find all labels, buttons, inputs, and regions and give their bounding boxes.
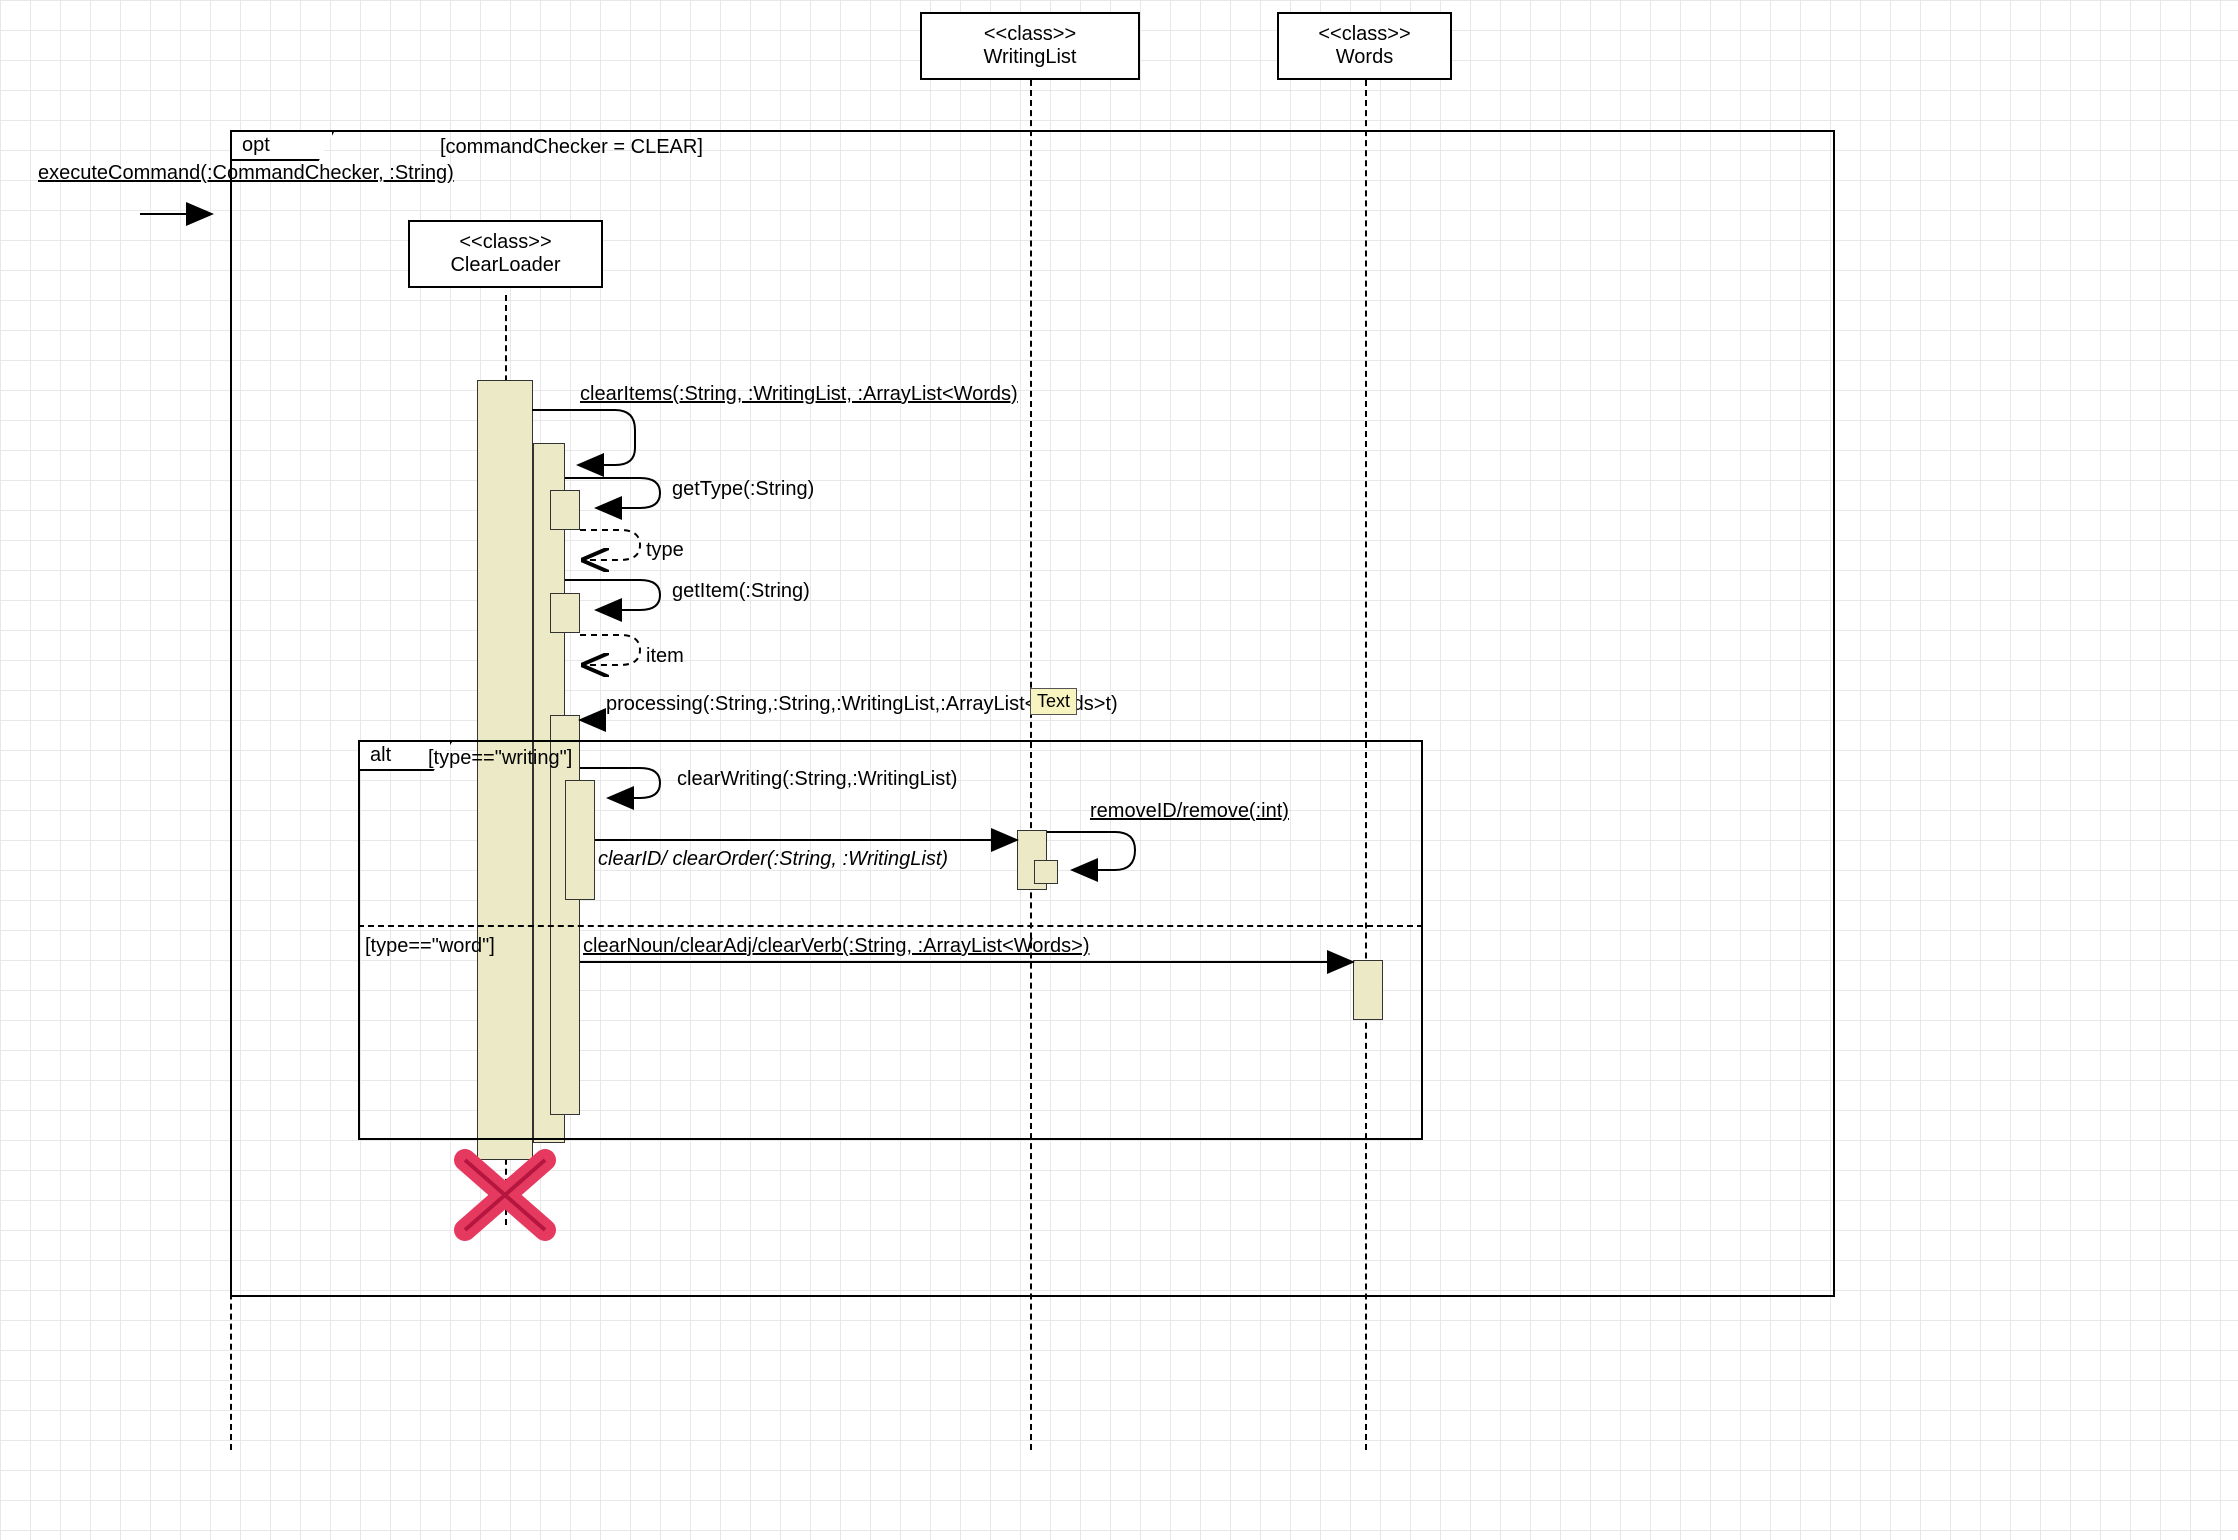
class-name: Words [1336, 46, 1393, 69]
class-name: ClearLoader [450, 254, 560, 277]
lifeline-clearloader-head: <<class>> ClearLoader [408, 220, 603, 288]
alt-guard-1: [type=="writing"] [428, 747, 572, 770]
stereotype: <<class>> [984, 23, 1076, 46]
msg-clearwriting: clearWriting(:String,:WritingList) [677, 768, 957, 791]
msg-clearitems: clearItems(:String, :WritingList, :Array… [580, 383, 1018, 406]
lifeline-words-head: <<class>> Words [1277, 12, 1452, 80]
msg-type-return: type [646, 539, 684, 562]
class-name: WritingList [984, 46, 1077, 69]
msg-clearid: clearID/ clearOrder(:String, :WritingLis… [598, 848, 948, 871]
activation-getitem [550, 593, 580, 633]
opt-label: opt [232, 132, 334, 161]
msg-executecommand: executeCommand(:CommandChecker, :String) [38, 162, 454, 185]
alt-separator [358, 925, 1423, 927]
lifeline-writinglist-head: <<class>> WritingList [920, 12, 1140, 80]
alt-guard-2: [type=="word"] [365, 935, 495, 958]
activation-gettype [550, 490, 580, 530]
msg-gettype: getType(:String) [672, 478, 814, 501]
msg-clearnoun: clearNoun/clearAdj/clearVerb(:String, :A… [583, 935, 1090, 958]
tooltip-text: Text [1030, 688, 1077, 715]
msg-getitem: getItem(:String) [672, 580, 810, 603]
stereotype: <<class>> [459, 231, 551, 254]
msg-removeid: removeID/remove(:int) [1090, 800, 1289, 823]
stereotype: <<class>> [1318, 23, 1410, 46]
msg-item-return: item [646, 645, 684, 668]
opt-guard: [commandChecker = CLEAR] [440, 136, 703, 159]
